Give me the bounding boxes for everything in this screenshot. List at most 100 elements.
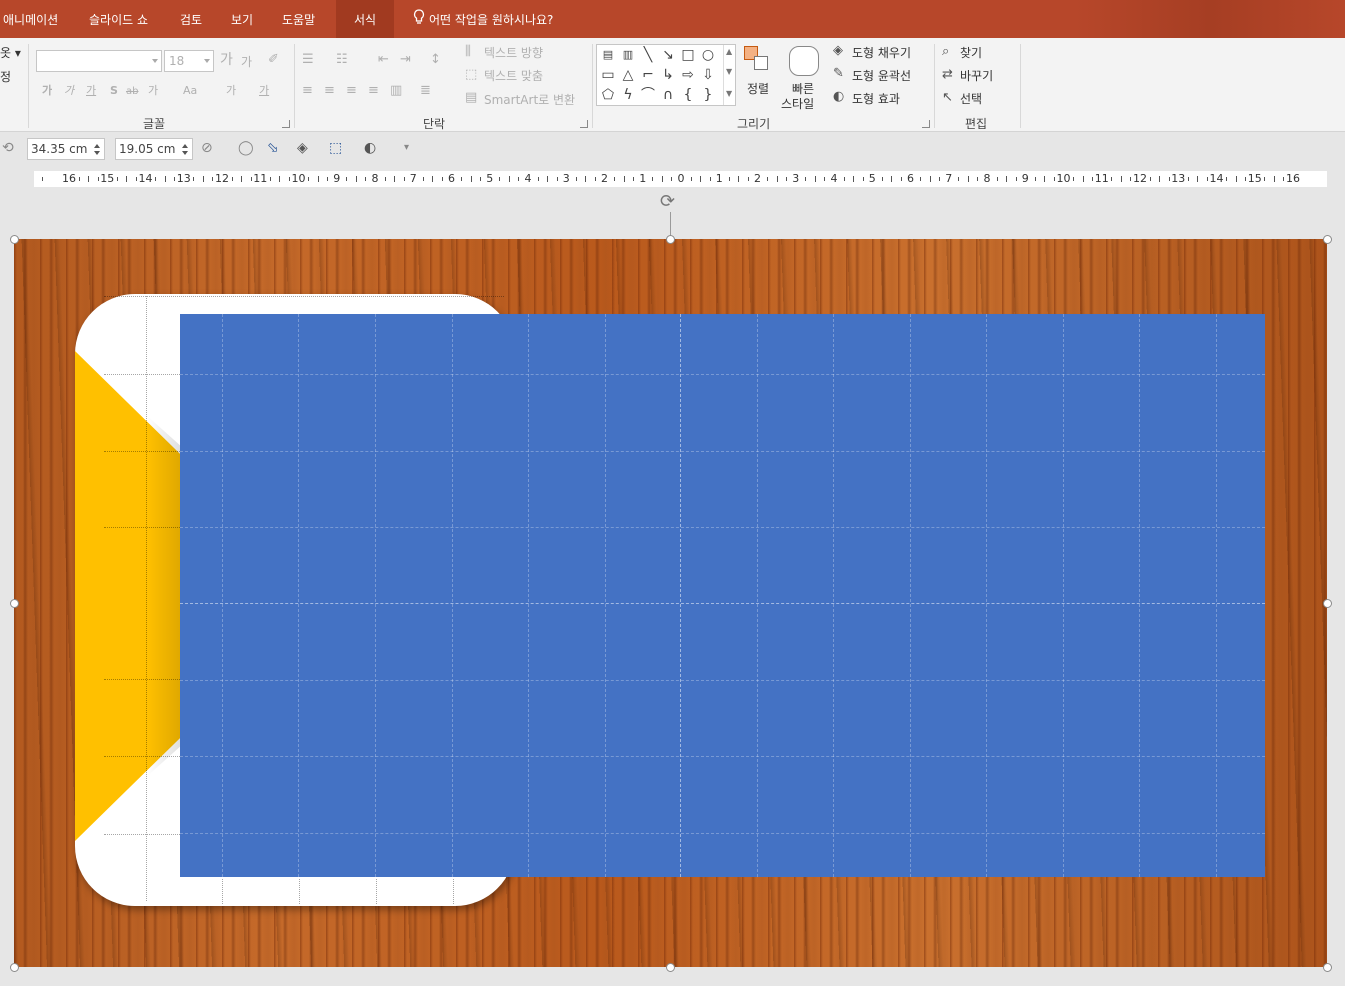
rectangle-shape-icon[interactable]: □	[679, 47, 697, 63]
shape-effects-icon[interactable]: ◐	[364, 140, 376, 156]
char-spacing-button[interactable]: 가	[148, 83, 158, 99]
resize-handle-top[interactable]	[666, 235, 675, 244]
tab-view[interactable]: 보기	[231, 0, 253, 38]
bullets-icon[interactable]: ☰	[302, 52, 314, 68]
chevron-down-icon[interactable]: ▼	[726, 67, 732, 76]
shape-outline-icon[interactable]: ◯	[238, 140, 254, 156]
vertical-textbox-shape-icon[interactable]: ▥	[619, 47, 637, 63]
spin-up-icon[interactable]	[94, 144, 100, 148]
arc-shape-icon[interactable]: ⌒	[639, 87, 657, 103]
change-case-button[interactable]: Aa	[183, 83, 197, 99]
tab-animation[interactable]: 애니메이션	[3, 0, 58, 38]
decrease-indent-icon[interactable]: ⇤	[378, 52, 389, 68]
paragraph-dialog-launcher[interactable]	[580, 120, 588, 128]
align-text-button[interactable]: 텍스트 맞춤	[484, 67, 543, 84]
clipped-command-2[interactable]: 정	[0, 68, 11, 85]
resize-handle-bottom-left[interactable]	[10, 963, 19, 972]
spin-down-icon[interactable]	[182, 151, 188, 155]
select-button[interactable]: 선택	[960, 90, 982, 107]
right-arrow-shape-icon[interactable]: ⇨	[679, 67, 697, 83]
slide[interactable]	[14, 239, 1327, 967]
shape-fill-button[interactable]: 도형 채우기	[852, 44, 911, 61]
find-button[interactable]: 찾기	[960, 44, 982, 61]
shrink-font-button[interactable]: 가	[241, 54, 252, 70]
rotation-handle-icon[interactable]: ⟳	[660, 193, 675, 211]
ruler-tick	[585, 176, 587, 182]
grow-font-button[interactable]: 가	[220, 52, 233, 68]
shape-outline-button[interactable]: 도형 윤곽선	[852, 67, 911, 84]
ruler-label: 1	[639, 172, 647, 185]
font-name-combo[interactable]	[36, 50, 162, 72]
font-dialog-launcher[interactable]	[282, 120, 290, 128]
replace-button[interactable]: 바꾸기	[960, 67, 993, 84]
horizontal-ruler[interactable]: 16 15 14 13 12 11 10 9 8 7 6 5 4 3 2 1 0 1 2 3 4 5 6 7 8 9 10 11 12 1…	[34, 171, 1327, 187]
clipped-command-1[interactable]: 옷 ▾	[0, 44, 21, 61]
scribble-shape-icon[interactable]: ϟ	[619, 87, 637, 103]
edit-shape-icon[interactable]: ⬂	[267, 140, 279, 156]
rounded-rect-shape-icon[interactable]: ▭	[599, 67, 617, 83]
more-icon[interactable]: ▼	[726, 89, 732, 98]
edit-points-icon[interactable]: ⬚	[329, 140, 342, 156]
italic-button[interactable]: 가	[64, 83, 74, 99]
arrange-button[interactable]: 정렬	[747, 80, 769, 97]
tab-review[interactable]: 검토	[180, 0, 202, 38]
fill-bucket-icon[interactable]: ◈	[297, 140, 308, 156]
oval-shape-icon[interactable]: ○	[699, 47, 717, 63]
spin-up-icon[interactable]	[182, 144, 188, 148]
resize-handle-bottom-right[interactable]	[1323, 963, 1332, 972]
resize-handle-right[interactable]	[1323, 599, 1332, 608]
tab-format[interactable]: 서식	[336, 0, 395, 38]
tab-slideshow[interactable]: 슬라이드 쇼	[89, 0, 148, 38]
shape-width-spinner[interactable]: 34.35 cm	[27, 138, 105, 160]
strikethrough-button[interactable]: ab	[126, 84, 138, 100]
drawing-dialog-launcher[interactable]	[922, 120, 930, 128]
shape-height-spinner[interactable]: 19.05 cm	[115, 138, 193, 160]
justify-icon[interactable]: ≡	[368, 83, 379, 99]
convert-smartart-button[interactable]: SmartArt로 변환	[484, 91, 575, 108]
resize-handle-top-left[interactable]	[10, 235, 19, 244]
customize-toolbar-icon[interactable]: ▾	[404, 140, 409, 156]
spin-down-icon[interactable]	[94, 151, 100, 155]
down-arrow-shape-icon[interactable]: ⇩	[699, 67, 717, 83]
merge-shapes-icon[interactable]: ⊘	[201, 140, 213, 156]
align-right-icon[interactable]: ≡	[346, 83, 357, 99]
resize-handle-left[interactable]	[10, 599, 19, 608]
group-label-font: 글꼴	[143, 117, 166, 131]
increase-indent-icon[interactable]: ⇥	[400, 52, 411, 68]
text-direction-button[interactable]: 텍스트 방향	[484, 44, 543, 61]
triangle-shape-icon[interactable]: △	[619, 67, 637, 83]
align-left-icon[interactable]: ≡	[302, 83, 313, 99]
tell-me-search[interactable]: 어떤 작업을 원하시나요?	[413, 0, 553, 38]
resize-handle-bottom[interactable]	[666, 963, 675, 972]
underline-button[interactable]: 가	[86, 83, 96, 99]
line-shape-icon[interactable]: ╲	[639, 47, 657, 63]
align-center-icon[interactable]: ≡	[324, 83, 335, 99]
shape-effects-button[interactable]: 도형 효과	[852, 90, 900, 107]
gallery-scrollbar[interactable]: ▲ ▼ ▼	[723, 45, 735, 105]
align-text-icon[interactable]: ≣	[420, 83, 431, 99]
highlight-button[interactable]: 가	[226, 83, 236, 99]
line-spacing-icon[interactable]: ↕	[430, 52, 441, 68]
resize-handle-top-right[interactable]	[1323, 235, 1332, 244]
font-color-button[interactable]: 가	[259, 83, 269, 99]
freeform-shape-icon[interactable]: ⬠	[599, 87, 617, 103]
elbow-arrow-icon[interactable]: ↳	[659, 67, 677, 83]
blue-rectangle-shape[interactable]	[180, 314, 1265, 877]
quick-styles-label-2[interactable]: 스타일	[781, 95, 814, 112]
shadow-button[interactable]: S	[110, 83, 118, 99]
arrow-line-shape-icon[interactable]: ↘	[659, 47, 677, 63]
font-size-combo[interactable]: 18	[164, 50, 214, 72]
clear-format-icon[interactable]: ✐	[268, 52, 279, 68]
tab-help[interactable]: 도움말	[282, 0, 315, 38]
bold-button[interactable]: 가	[42, 83, 52, 99]
textbox-shape-icon[interactable]: ▤	[599, 47, 617, 63]
rotate-icon[interactable]: ⟲	[2, 140, 14, 156]
elbow-connector-icon[interactable]: ⌐	[639, 67, 657, 83]
numbering-icon[interactable]: ☷	[336, 52, 348, 68]
right-brace-shape-icon[interactable]: }	[699, 87, 717, 103]
curve-shape-icon[interactable]: ∩	[659, 87, 677, 103]
left-brace-shape-icon[interactable]: {	[679, 87, 697, 103]
chevron-up-icon[interactable]: ▲	[726, 47, 732, 56]
columns-icon[interactable]: ▥	[390, 83, 402, 99]
shapes-gallery[interactable]: ▤ ▥ ╲ ↘ □ ○ ▭ △ ⌐ ↳ ⇨ ⇩ ⬠ ϟ ⌒ ∩ { } ▲ ▼ …	[596, 44, 736, 106]
